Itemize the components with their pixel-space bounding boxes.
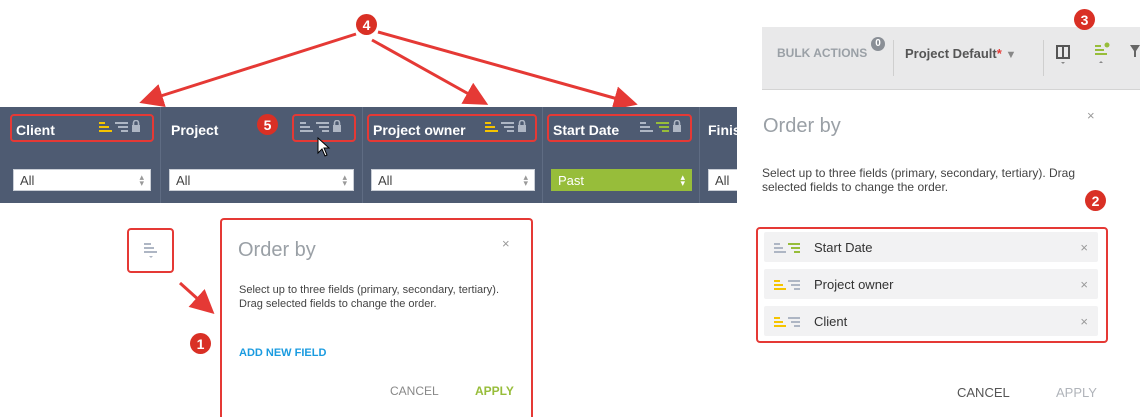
sort-button[interactable] <box>127 228 174 273</box>
dialog-title: Order by <box>238 239 316 261</box>
filter-icon[interactable] <box>1130 44 1140 58</box>
order-field-label: Start Date <box>814 240 873 255</box>
lock-icon[interactable] <box>672 120 682 132</box>
sort-secondary-icon[interactable] <box>501 121 515 132</box>
sort-icons-project[interactable] <box>300 120 342 132</box>
order-by-dialog-empty: Order by × Select up to three fields (pr… <box>220 218 533 417</box>
view-toolbar: BULK ACTIONS 0 Project Default* ▼ <box>762 27 1140 90</box>
sort-primary-icon[interactable] <box>99 121 113 132</box>
panel-description: Select up to three fields (primary, seco… <box>762 166 1076 194</box>
cancel-button[interactable]: CANCEL <box>957 385 1010 400</box>
order-field-row[interactable]: Project owner × <box>764 269 1098 299</box>
column-title-project-owner: Project owner <box>373 122 466 138</box>
lock-icon[interactable] <box>131 120 141 132</box>
filter-select-client-value: All <box>20 173 35 188</box>
filter-select-start-date-value: Past <box>558 173 585 188</box>
cancel-button[interactable]: CANCEL <box>390 384 439 398</box>
dialog-description: Select up to three fields (primary, seco… <box>239 284 500 310</box>
view-select[interactable]: Project Default* ▼ <box>905 46 1016 61</box>
sort-primary-icon[interactable] <box>640 121 654 132</box>
sort-primary-icon <box>774 280 800 290</box>
column-title-client: Client <box>16 122 55 138</box>
filter-select-start-date[interactable]: Past ▴ ▾ <box>551 169 692 191</box>
sort-secondary-icon[interactable] <box>316 121 330 132</box>
add-new-field-link[interactable]: ADD NEW FIELD <box>239 347 326 359</box>
column-project: Project 5 All ▴ ▾ <box>161 107 363 203</box>
column-finish: Finis All <box>700 107 737 203</box>
column-project-owner: Project owner All ▴ ▾ <box>363 107 543 203</box>
sort-icons-client[interactable] <box>99 120 141 132</box>
apply-button[interactable]: APPLY <box>475 384 514 398</box>
sort-secondary-icon[interactable] <box>115 121 129 132</box>
columns-icon[interactable] <box>1056 45 1070 67</box>
chevron-updown-icon: ▴ ▾ <box>680 172 685 188</box>
remove-field-icon[interactable]: × <box>1080 314 1088 329</box>
column-start-date: Start Date Past ▴ ▾ <box>543 107 700 203</box>
view-modified-mark: * <box>996 46 1002 61</box>
table-header: Client All ▴ ▾ Project 5 All ▴ ▾ Project… <box>0 107 737 203</box>
remove-field-icon[interactable]: × <box>1080 240 1088 255</box>
sort-icons-start-date[interactable] <box>640 120 682 132</box>
mouse-cursor-icon <box>317 137 331 157</box>
order-field-row[interactable]: Client × <box>764 306 1098 336</box>
bulk-actions-count: 0 <box>871 37 885 51</box>
filter-select-finish[interactable]: All <box>708 169 737 191</box>
sort-secondary-icon <box>774 243 800 253</box>
close-icon[interactable]: × <box>1087 108 1095 123</box>
chevron-updown-icon: ▴ ▾ <box>139 172 144 188</box>
badge-3: 3 <box>1074 9 1095 30</box>
bulk-actions-button[interactable]: BULK ACTIONS <box>777 46 867 60</box>
column-title-project: Project <box>171 122 219 138</box>
badge-2: 2 <box>1085 190 1106 211</box>
panel-title: Order by <box>763 115 841 137</box>
sort-secondary-icon[interactable] <box>656 121 670 132</box>
sort-order-icon[interactable] <box>1095 42 1111 68</box>
sort-lines-icon <box>144 243 157 258</box>
remove-field-icon[interactable]: × <box>1080 277 1088 292</box>
order-field-row[interactable]: Start Date × <box>764 232 1098 262</box>
lock-icon[interactable] <box>517 120 527 132</box>
column-client: Client All ▴ ▾ <box>0 107 161 203</box>
toolbar-divider <box>1043 40 1044 76</box>
badge-1: 1 <box>190 333 211 354</box>
column-title-finish: Finis <box>708 122 737 138</box>
sort-primary-icon[interactable] <box>300 121 314 132</box>
sort-icons-project-owner[interactable] <box>485 120 527 132</box>
sort-primary-icon <box>774 317 800 327</box>
caret-down-icon: ▼ <box>1005 49 1017 61</box>
filter-select-client[interactable]: All ▴ ▾ <box>13 169 151 191</box>
badge-5: 5 <box>257 114 278 135</box>
order-field-label: Client <box>814 314 848 329</box>
chevron-updown-icon: ▴ ▾ <box>523 172 528 188</box>
chevron-updown-icon: ▴ ▾ <box>342 172 347 188</box>
order-field-label: Project owner <box>814 277 894 292</box>
filter-select-project-owner-value: All <box>378 173 393 188</box>
filter-select-project[interactable]: All ▴ ▾ <box>169 169 354 191</box>
sort-primary-icon[interactable] <box>485 121 499 132</box>
filter-select-project-value: All <box>176 173 191 188</box>
filter-select-finish-value: All <box>715 173 730 188</box>
column-title-start-date: Start Date <box>553 122 620 138</box>
toolbar-divider <box>893 40 894 76</box>
badge-4: 4 <box>356 14 377 35</box>
apply-button[interactable]: APPLY <box>1056 385 1097 400</box>
filter-select-project-owner[interactable]: All ▴ ▾ <box>371 169 535 191</box>
view-select-label: Project Default <box>905 46 997 61</box>
close-icon[interactable]: × <box>502 236 510 251</box>
lock-icon[interactable] <box>332 120 342 132</box>
